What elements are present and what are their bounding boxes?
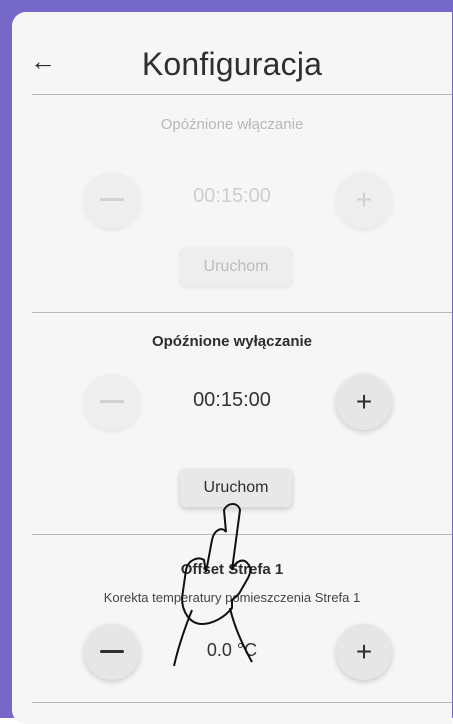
divider <box>32 534 452 535</box>
plus-button-delayed-off[interactable]: + <box>336 374 392 430</box>
config-panel: ← Konfiguracja Opóźnione włączanie 00:15… <box>12 12 452 724</box>
plus-button-delayed-on[interactable]: + <box>336 172 392 228</box>
page-title: Konfiguracja <box>141 46 323 82</box>
section-title-offset: Offset Strefa 1 <box>180 561 284 578</box>
start-button-delayed-off[interactable]: Uruchom <box>180 469 292 507</box>
section-title-delayed-on: Opóźnione włączanie <box>160 116 304 133</box>
offset-description: Korekta temperatury pomieszczenia Strefa… <box>103 590 361 605</box>
divider <box>32 312 452 313</box>
divider <box>32 702 452 703</box>
divider <box>32 94 452 95</box>
header: ← Konfiguracja <box>12 12 452 94</box>
device-frame: ← Konfiguracja Opóźnione włączanie 00:15… <box>0 0 453 724</box>
plus-button-offset[interactable]: + <box>336 624 392 680</box>
start-button-delayed-on[interactable]: Uruchom <box>180 248 292 286</box>
section-title-delayed-off: Opóźnione wyłączanie <box>151 333 313 350</box>
